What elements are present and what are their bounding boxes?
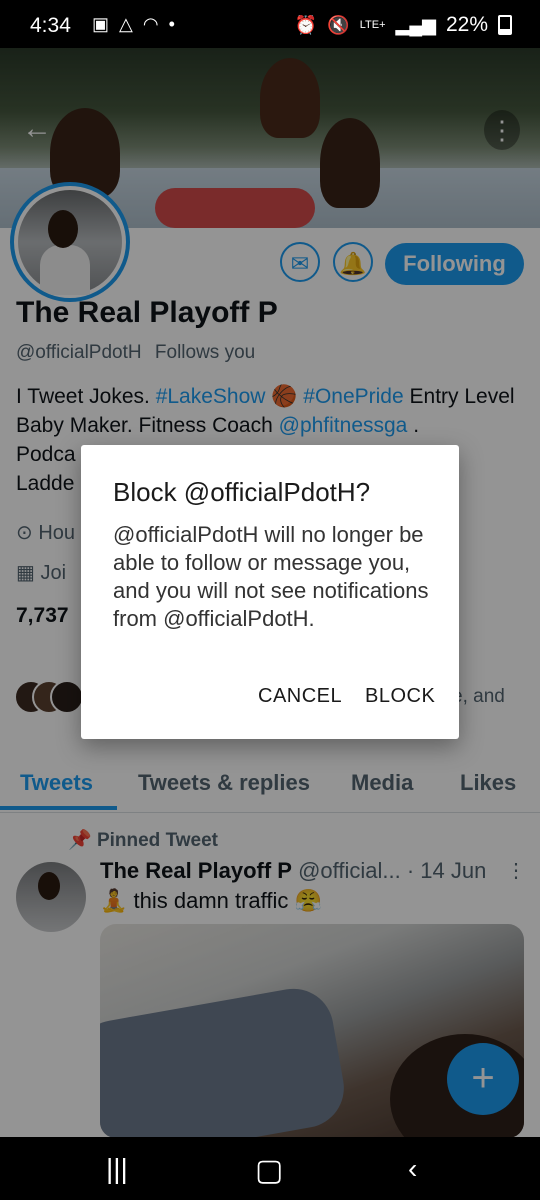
- battery-icon: [498, 15, 512, 35]
- dialog-message: @officialPdotH will no longer be able to…: [113, 522, 429, 631]
- dialog-title: Block @officialPdotH?: [113, 477, 371, 507]
- status-bar: 4:34 ▣ △ ◠ • ⏰ 🔇 LTE+ ▂▄▆ 22%: [0, 0, 540, 48]
- battery-percent: 22%: [445, 13, 488, 36]
- drive-icon: △: [119, 14, 133, 34]
- status-left-icons: ▣ △ ◠ •: [92, 14, 175, 35]
- status-right-icons: ⏰ 🔇 LTE+ ▂▄▆ 22%: [295, 13, 512, 37]
- lte-label: LTE+: [359, 19, 386, 31]
- dot-icon: •: [168, 14, 175, 34]
- gallery-icon: ▣: [92, 14, 110, 34]
- home-icon[interactable]: ▢: [255, 1153, 283, 1188]
- block-button[interactable]: BLOCK: [365, 685, 435, 708]
- block-dialog: Block @officialPdotH? @officialPdotH wil…: [81, 445, 459, 739]
- mute-icon: 🔇: [327, 14, 350, 35]
- status-time: 4:34: [30, 14, 71, 37]
- wifi-icon: ◠: [142, 14, 159, 34]
- back-icon[interactable]: ‹: [408, 1153, 417, 1185]
- recents-icon[interactable]: |||: [106, 1153, 128, 1185]
- system-nav-bar: ||| ▢ ‹: [0, 1137, 540, 1200]
- signal-icon: ▂▄▆: [395, 14, 436, 35]
- alarm-icon: ⏰: [294, 14, 318, 35]
- cancel-button[interactable]: CANCEL: [258, 685, 342, 708]
